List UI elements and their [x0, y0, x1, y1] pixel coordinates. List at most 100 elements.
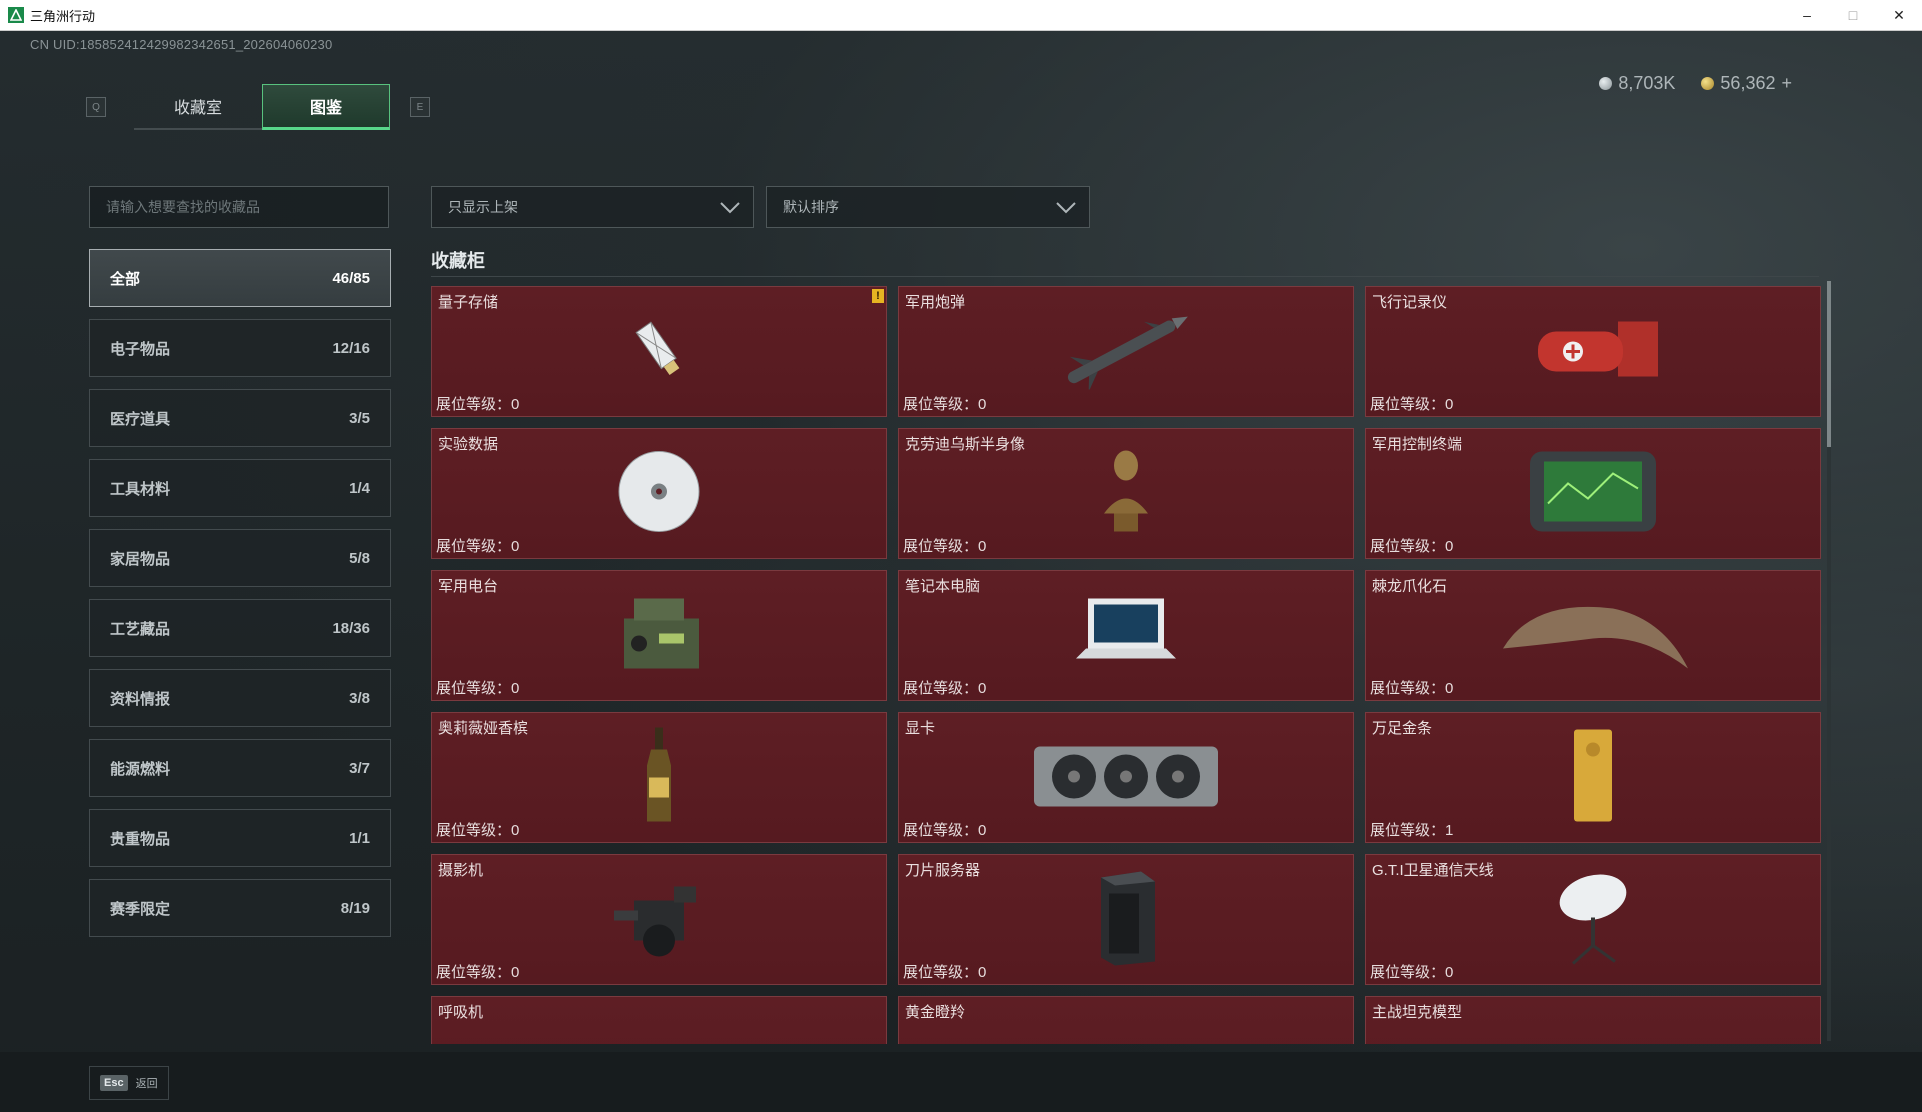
item-grid-scrollbar[interactable]	[1827, 281, 1831, 1041]
item-name: 摄影机	[438, 862, 484, 879]
close-button[interactable]: ✕	[1876, 0, 1922, 30]
minimize-button[interactable]: –	[1784, 0, 1830, 30]
category-count: 8/19	[340, 899, 370, 917]
camera-icon	[604, 872, 714, 967]
uid-label: CN UID:1858524124299823426​51_2026040602…	[30, 37, 333, 52]
currency-primary: 8,703K	[1599, 73, 1675, 94]
category-item[interactable]: 电子物品 12/16	[89, 319, 391, 377]
category-item[interactable]: 资料情报 3/8	[89, 669, 391, 727]
alert-icon: !	[872, 289, 884, 303]
collection-item-card[interactable]: 主战坦克模型展位等级：0	[1365, 996, 1821, 1044]
category-item[interactable]: 全部 46/85	[89, 249, 391, 307]
category-item[interactable]: 医疗道具 3/5	[89, 389, 391, 447]
item-display-level: 展位等级：0	[1370, 677, 1453, 698]
window-titlebar: 三角洲行动 – □ ✕	[0, 0, 1922, 31]
claw-fossil-icon	[1493, 588, 1693, 683]
category-label: 全部	[110, 270, 141, 288]
item-name: 显卡	[905, 720, 936, 737]
display-filter-dropdown[interactable]: 只显示上架	[431, 186, 754, 228]
collection-item-card[interactable]: G.T.I卫星通信天线 展位等级：0	[1365, 854, 1821, 985]
item-name: 军用炮弹	[905, 294, 966, 311]
display-level-value: 0	[511, 680, 520, 697]
collection-item-card[interactable]: 飞行记录仪 展位等级：0	[1365, 286, 1821, 417]
display-level-value: 0	[511, 822, 520, 839]
display-level-value: 0	[1445, 396, 1454, 413]
collection-item-card[interactable]: 笔记本电脑 展位等级：0	[898, 570, 1354, 701]
display-level-label: 展位等级：	[436, 822, 512, 839]
collection-item-card[interactable]: 军用控制终端 展位等级：0	[1365, 428, 1821, 559]
category-count: 12/16	[332, 339, 370, 357]
category-count: 1/4	[349, 479, 370, 497]
app-logo-icon	[8, 7, 24, 23]
category-label: 能源燃料	[110, 760, 171, 778]
next-tab-key-hint[interactable]: E	[410, 97, 430, 117]
display-level-label: 展位等级：	[436, 680, 512, 697]
collection-item-card[interactable]: 军用电台 展位等级：0	[431, 570, 887, 701]
scrollbar-thumb[interactable]	[1827, 281, 1831, 447]
category-count: 3/7	[349, 759, 370, 777]
collection-item-card[interactable]: 量子存储! 展位等级：0	[431, 286, 887, 417]
sort-dropdown[interactable]: 默认排序	[766, 186, 1090, 228]
bust-icon	[1096, 443, 1156, 544]
category-label: 工具材料	[110, 480, 171, 498]
item-name: 万足金条	[1372, 720, 1433, 737]
usb-drive-icon	[624, 314, 694, 389]
tab-bar: Q 收藏室 图鉴 E	[86, 83, 430, 131]
category-item[interactable]: 贵重物品 1/1	[89, 809, 391, 867]
collection-item-card[interactable]: 军用炮弹 展位等级：0	[898, 286, 1354, 417]
chevron-down-icon	[1056, 202, 1076, 214]
category-count: 3/8	[349, 689, 370, 707]
back-button[interactable]: Esc 返回	[89, 1066, 169, 1100]
display-level-label: 展位等级：	[903, 538, 979, 555]
item-name: 棘龙爪化石	[1372, 578, 1448, 595]
collection-item-card[interactable]: 奥莉薇娅香槟 展位等级：0	[431, 712, 887, 843]
maximize-button[interactable]: □	[1830, 0, 1876, 30]
window-title: 三角洲行动	[30, 8, 96, 24]
category-label: 电子物品	[110, 340, 171, 358]
display-level-value: 0	[978, 680, 987, 697]
prev-tab-key-hint[interactable]: Q	[86, 97, 106, 117]
collection-item-card[interactable]: 黄金瞪羚展位等级：0	[898, 996, 1354, 1044]
search-input[interactable]: 请输入想要查找的收藏品	[89, 186, 389, 228]
display-level-value: 0	[511, 396, 520, 413]
collection-item-card[interactable]: 刀片服务器 展位等级：0	[898, 854, 1354, 985]
item-display-level: 展位等级：0	[1370, 535, 1453, 556]
chevron-down-icon	[720, 202, 740, 214]
item-grid-viewport[interactable]: 量子存储! 展位等级：0 军用炮弹 展位等级：0 飞行记录仪 展位等级：0 实验数据 展位等级…	[431, 286, 1821, 1044]
sort-value: 默认排序	[783, 199, 839, 215]
add-currency-button[interactable]: +	[1781, 73, 1792, 94]
collection-item-card[interactable]: 万足金条 展位等级：1	[1365, 712, 1821, 843]
tab-collection-room[interactable]: 收藏室	[134, 84, 262, 130]
display-level-label: 展位等级：	[1370, 964, 1446, 981]
gold-bar-icon	[1568, 725, 1618, 830]
item-display-level: 展位等级：0	[436, 677, 519, 698]
item-name: 量子存储	[438, 294, 499, 311]
collection-item-card[interactable]: 显卡 展位等级：0	[898, 712, 1354, 843]
collection-item-card[interactable]: 克劳迪乌斯半身像 展位等级：0	[898, 428, 1354, 559]
section-divider	[431, 276, 1819, 277]
game-screen: CN UID:1858524124299823426​51_2026040602…	[0, 31, 1922, 1112]
collection-item-card[interactable]: 实验数据 展位等级：0	[431, 428, 887, 559]
category-item[interactable]: 工具材料 1/4	[89, 459, 391, 517]
currency-secondary-value: 56,362	[1720, 73, 1776, 93]
category-item[interactable]: 赛季限定 8/19	[89, 879, 391, 937]
display-level-value: 0	[1445, 538, 1454, 555]
collection-item-card[interactable]: 呼吸机展位等级：0	[431, 996, 887, 1044]
collection-item-card[interactable]: 棘龙爪化石展位等级：0	[1365, 570, 1821, 701]
item-grid: 量子存储! 展位等级：0 军用炮弹 展位等级：0 飞行记录仪 展位等级：0 实验数据 展位等级…	[431, 286, 1821, 1044]
item-display-level: 展位等级：0	[436, 961, 519, 982]
item-name: 主战坦克模型	[1372, 1004, 1463, 1021]
category-count: 18/36	[332, 619, 370, 637]
collection-item-card[interactable]: 摄影机展位等级：0	[431, 854, 887, 985]
item-name: 奥莉薇娅香槟	[438, 720, 529, 737]
tab-catalog[interactable]: 图鉴	[262, 84, 390, 130]
display-level-value: 0	[511, 538, 520, 555]
item-display-level: 展位等级：0	[903, 535, 986, 556]
category-label: 贵重物品	[110, 830, 171, 848]
category-item[interactable]: 能源燃料 3/7	[89, 739, 391, 797]
category-item[interactable]: 家居物品 5/8	[89, 529, 391, 587]
silver-coin-icon	[1599, 77, 1613, 90]
category-item[interactable]: 工艺藏品 18/36	[89, 599, 391, 657]
item-display-level: 展位等级：0	[1370, 393, 1453, 414]
item-display-level: 展位等级：0	[436, 819, 519, 840]
